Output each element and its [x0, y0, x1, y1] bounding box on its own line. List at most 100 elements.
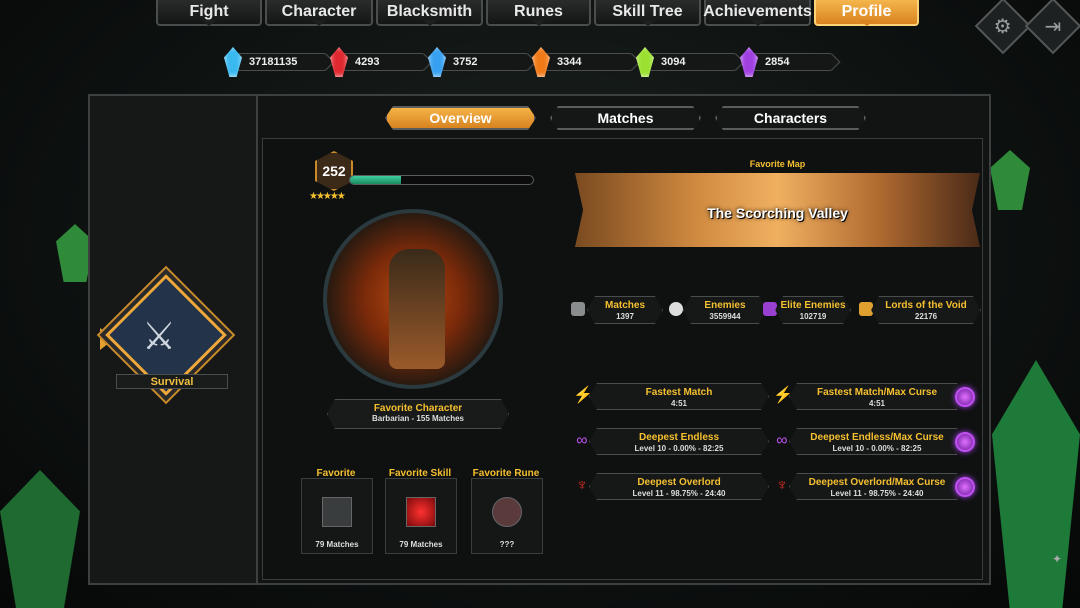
xp-bar-fill	[350, 176, 402, 184]
sparkle-icon: ✦	[1051, 552, 1062, 566]
xp-bar	[349, 175, 534, 185]
axe-icon	[322, 497, 352, 527]
gem-icon	[532, 47, 550, 77]
character-portrait	[323, 209, 503, 389]
mode-sidebar: ⚔ Survival	[90, 96, 258, 583]
top-nav: Fight Character Blacksmith Runes Skill T…	[156, 0, 919, 26]
stat-matches: Matches 1397	[587, 296, 663, 324]
stat-label: Enemies	[704, 300, 746, 311]
stat-enemies: Enemies 3559944	[683, 296, 767, 324]
record-value: Level 10 - 0.00% - 82:25	[634, 444, 724, 453]
record-label: Fastest Match	[645, 387, 713, 398]
tab-achievements[interactable]: Achievements	[703, 0, 812, 26]
skull-icon	[669, 302, 683, 316]
stat-lords-of-the-void: Lords of the Void 22176	[871, 296, 981, 324]
gear-icon: ⚙	[994, 15, 1012, 38]
max-curse-icon	[955, 477, 975, 497]
favorite-skill-value: 79 Matches	[399, 540, 443, 549]
record-deepest-endless: Deepest Endless Level 10 - 0.00% - 82:25	[589, 428, 769, 455]
lightning-icon: ⚡	[573, 387, 593, 404]
favorite-rune-card: ???	[471, 478, 543, 554]
tab-overview[interactable]: Overview	[385, 106, 536, 130]
currency-value: 4293	[344, 53, 424, 71]
currency-value: 3752	[442, 53, 528, 71]
stat-elite-enemies: Elite Enemies 102719	[775, 296, 851, 324]
skill-icon	[406, 497, 436, 527]
record-value: 4:51	[868, 399, 885, 408]
mode-label: Survival	[116, 374, 228, 389]
favorite-weapon-card: 79 Matches	[301, 478, 373, 554]
infinity-icon: ∞	[776, 432, 788, 449]
stat-value: 1397	[616, 312, 634, 321]
gem-icon	[224, 47, 242, 77]
tab-profile[interactable]: Profile	[814, 0, 919, 26]
stat-value: 22176	[914, 312, 938, 321]
currency-item: 3752	[428, 47, 528, 77]
stat-value: 102719	[799, 312, 827, 321]
currency-value: 37181135	[238, 53, 326, 71]
crown-icon	[859, 302, 873, 316]
tab-matches[interactable]: Matches	[550, 106, 701, 130]
overview-content: 252 ★★★★★ Favorite Character Barbarian -…	[262, 138, 983, 580]
tab-blacksmith[interactable]: Blacksmith	[376, 0, 483, 26]
gem-icon	[740, 47, 758, 77]
record-fastest-match: Fastest Match 4:51	[589, 383, 769, 410]
max-curse-icon	[955, 432, 975, 452]
favorite-map-label: Favorite Map	[749, 159, 806, 169]
currency-item: 3094	[636, 47, 736, 77]
record-fastest-match-max-curse: Fastest Match/Max Curse 4:51	[789, 383, 965, 410]
overlord-icon: ♆	[576, 477, 588, 494]
favorite-map: Favorite Map The Scorching Valley	[575, 159, 980, 247]
map-name: The Scorching Valley	[707, 205, 848, 221]
record-label: Deepest Overlord/Max Curse	[808, 477, 946, 488]
tab-characters[interactable]: Characters	[715, 106, 866, 130]
gem-icon	[330, 47, 348, 77]
currency-value: 3094	[650, 53, 736, 71]
record-deepest-endless-max-curse: Deepest Endless/Max Curse Level 10 - 0.00…	[789, 428, 965, 455]
rank-stars-icon: ★★★★★	[309, 191, 346, 202]
level-badge: 252	[315, 151, 353, 191]
max-curse-icon	[955, 387, 975, 407]
record-value: Level 11 - 98.75% - 24:40	[830, 489, 924, 498]
favorite-character: Favorite Character Barbarian - 155 Match…	[327, 399, 509, 429]
crossed-swords-shield-icon: ⚔	[142, 316, 177, 358]
currency-item: 4293	[330, 47, 424, 77]
favorite-weapon-value: 79 Matches	[315, 540, 359, 549]
record-deepest-overlord: Deepest Overlord Level 11 - 98.75% - 24:4…	[589, 473, 769, 500]
stat-label: Lords of the Void	[885, 300, 967, 311]
record-value: Level 10 - 0.00% - 82:25	[832, 444, 922, 453]
stat-label: Elite Enemies	[780, 300, 846, 311]
record-label: Deepest Endless	[638, 432, 720, 443]
overlord-icon: ♆	[776, 477, 788, 494]
favorite-character-label: Favorite Character	[373, 403, 463, 414]
gem-icon	[428, 47, 446, 77]
record-label: Deepest Overlord	[637, 477, 721, 488]
exit-door-icon: ⇥	[1044, 15, 1062, 38]
demon-icon	[763, 302, 777, 316]
currency-bar: 37181135 4293 3752 3344 3094 2854	[224, 47, 832, 77]
record-deepest-overlord-max-curse: Deepest Overlord/Max Curse Level 11 - 98.…	[789, 473, 965, 500]
record-value: 4:51	[670, 399, 687, 408]
crossed-swords-icon	[571, 302, 585, 316]
favorite-rune-value: ???	[499, 540, 515, 549]
tab-character[interactable]: Character	[265, 0, 373, 26]
subtabs: Overview Matches Characters	[385, 106, 866, 130]
currency-item: 2854	[740, 47, 832, 77]
gem-icon	[636, 47, 654, 77]
record-label: Fastest Match/Max Curse	[816, 387, 938, 398]
favorite-skill-card: 79 Matches	[385, 478, 457, 554]
rune-icon	[492, 497, 522, 527]
currency-value: 2854	[754, 53, 832, 71]
currency-item: 37181135	[224, 47, 326, 77]
tab-skill-tree[interactable]: Skill Tree	[594, 0, 701, 26]
infinity-icon: ∞	[576, 432, 588, 449]
record-value: Level 11 - 98.75% - 24:40	[632, 489, 726, 498]
record-label: Deepest Endless/Max Curse	[810, 432, 944, 443]
currency-item: 3344	[532, 47, 632, 77]
tab-runes[interactable]: Runes	[486, 0, 591, 26]
favorite-character-value: Barbarian - 155 Matches	[371, 414, 465, 423]
lightning-icon: ⚡	[773, 387, 793, 404]
currency-value: 3344	[546, 53, 632, 71]
stat-value: 3559944	[709, 312, 741, 321]
tab-fight[interactable]: Fight	[156, 0, 262, 26]
